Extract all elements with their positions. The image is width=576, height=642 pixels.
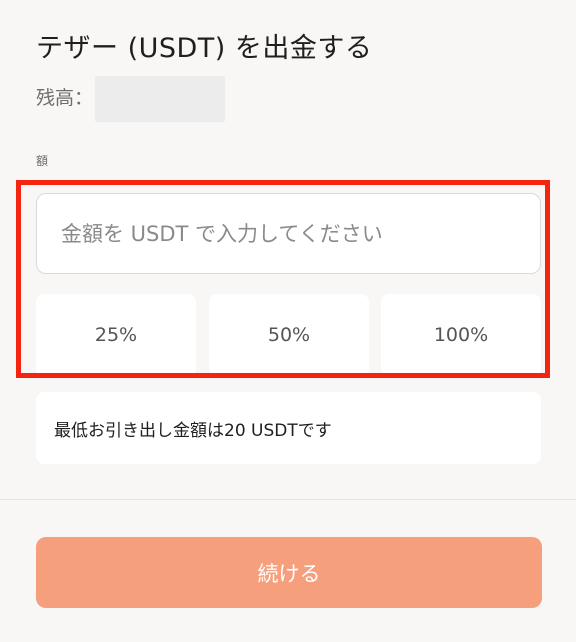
page-title: テザー (USDT) を出金する <box>36 33 373 64</box>
min-withdrawal-info: 最低お引き出し金額は20 USDTです <box>36 392 541 464</box>
withdraw-page: テザー (USDT) を出金する 残高： 額 25% 50% 100% 最低お引… <box>0 0 576 642</box>
balance-label: 残高： <box>36 87 94 109</box>
footer-divider <box>0 499 576 500</box>
highlight-frame <box>16 180 550 378</box>
balance-value-redacted <box>95 76 226 122</box>
continue-button[interactable]: 続ける <box>36 537 542 608</box>
balance-row: 残高： <box>36 76 226 122</box>
min-withdrawal-text: 最低お引き出し金額は20 USDTです <box>54 420 332 441</box>
amount-label: 額 <box>36 154 49 168</box>
